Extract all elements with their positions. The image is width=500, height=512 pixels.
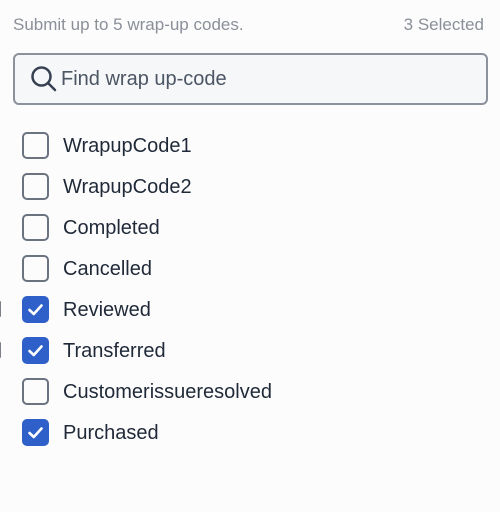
wrapup-option-cancelled[interactable]: Cancelled [0,248,500,289]
wrapup-option-customerissueresolved[interactable]: Customerissueresolved [0,371,500,412]
wrapup-option-reviewed[interactable]: Reviewed [0,289,500,330]
wrapup-option-purchased[interactable]: Purchased [0,412,500,453]
search-icon [29,64,59,94]
option-label: WrapupCode2 [63,176,192,198]
checkmark-icon [28,304,43,316]
instruction-text: Submit up to 5 wrap-up codes. [13,15,244,34]
checkmark-icon [28,427,43,439]
wrapup-option-completed[interactable]: Completed [0,207,500,248]
wrapup-header: Submit up to 5 wrap-up codes. 3 Selected [13,14,484,36]
checkbox[interactable] [22,378,49,405]
checkbox[interactable] [22,214,49,241]
option-label: Transferred [63,340,166,362]
checkbox[interactable] [22,419,49,446]
checkbox[interactable] [22,132,49,159]
option-label: Completed [63,217,160,239]
option-label: Customerissueresolved [63,381,272,403]
wrapup-option-wrapupcode1[interactable]: WrapupCode1 [0,125,500,166]
checkbox[interactable] [22,337,49,364]
wrapup-option-wrapupcode2[interactable]: WrapupCode2 [0,166,500,207]
option-label: Purchased [63,422,159,444]
search-input[interactable] [61,67,461,91]
selected-count: 3 Selected [403,15,484,34]
checkbox[interactable] [22,296,49,323]
checkmark-icon [28,345,43,357]
wrapup-option-transferred[interactable]: Transferred [0,330,500,371]
search-box[interactable] [13,53,488,105]
row-edge-marker [0,301,1,317]
option-label: Reviewed [63,299,151,321]
checkbox[interactable] [22,255,49,282]
option-label: WrapupCode1 [63,135,192,157]
option-label: Cancelled [63,258,152,280]
checkbox[interactable] [22,173,49,200]
wrapup-code-list: WrapupCode1 WrapupCode2 Completed Cancel… [0,125,500,453]
row-edge-marker [0,342,1,358]
